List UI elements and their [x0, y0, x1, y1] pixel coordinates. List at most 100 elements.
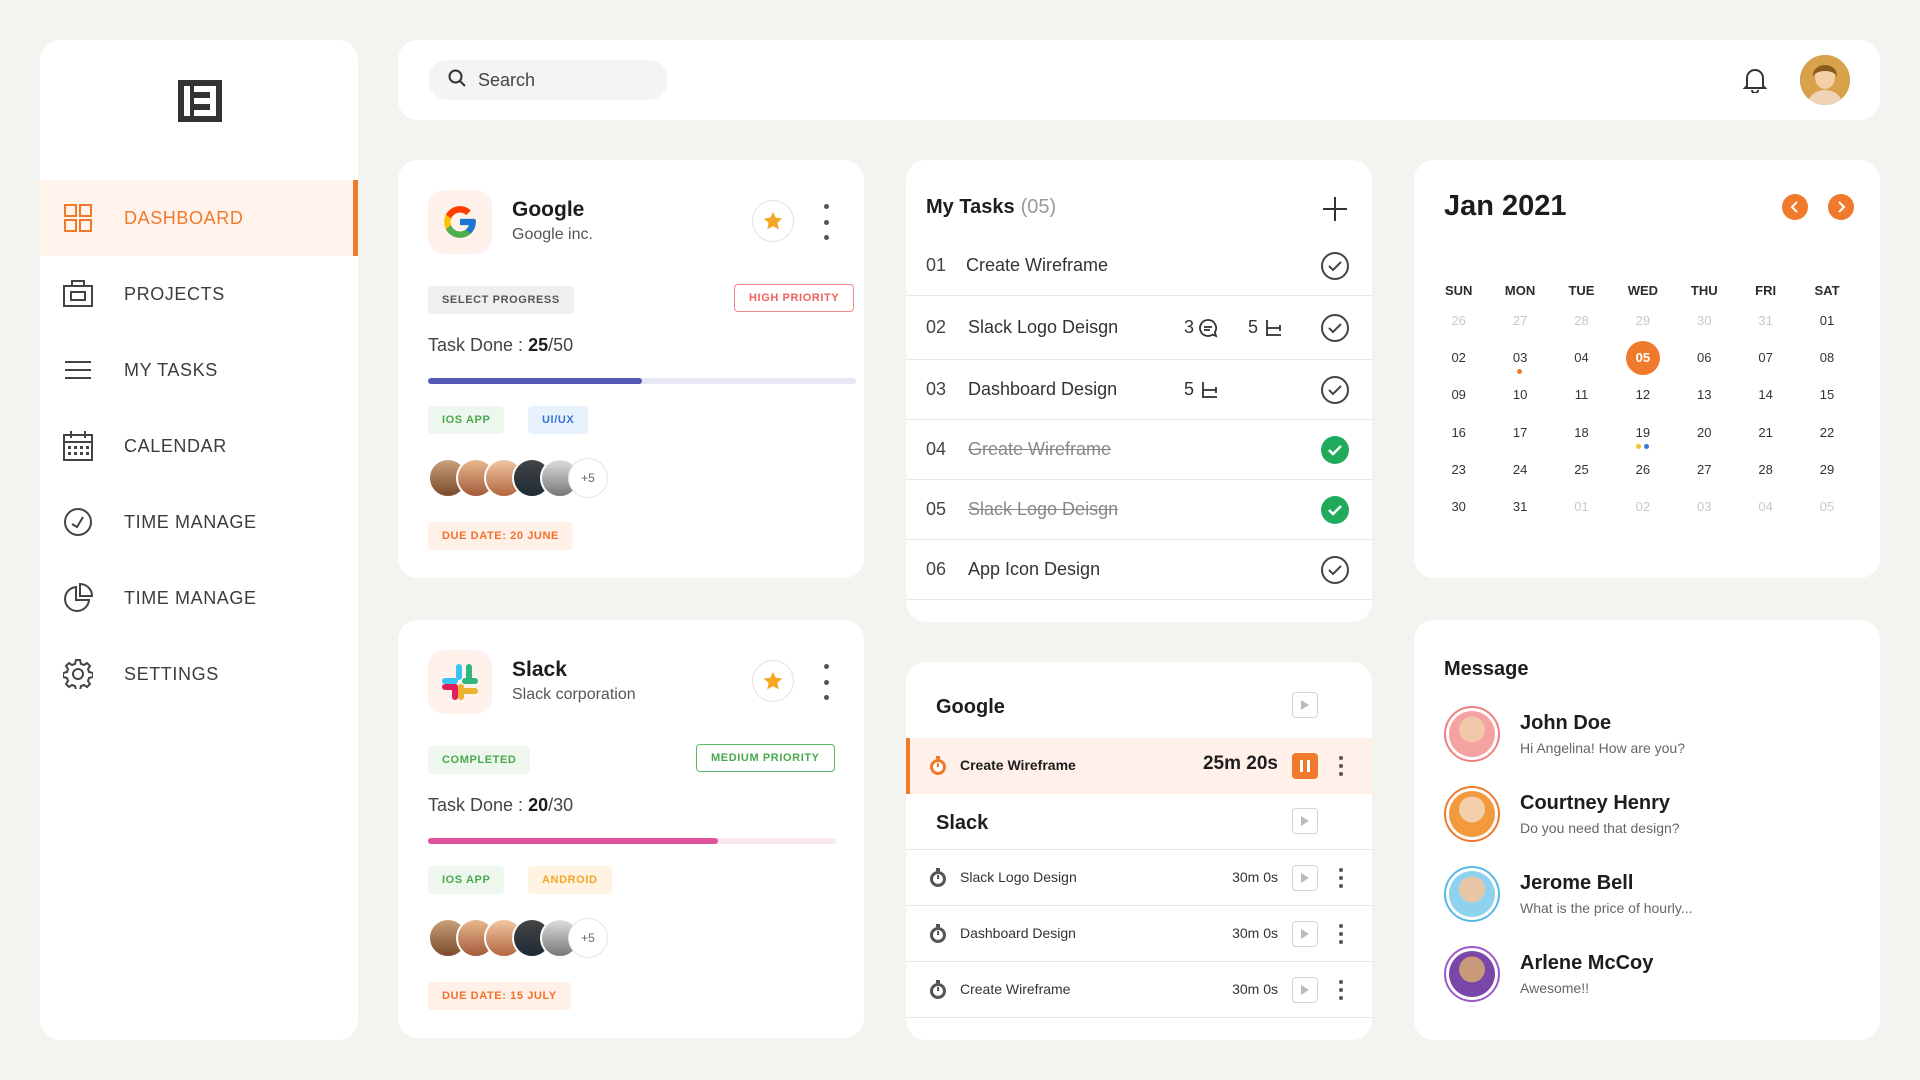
calendar-day[interactable]: 01 [1796, 302, 1857, 339]
calendar-day[interactable]: 19 [1612, 414, 1673, 451]
calendar-day[interactable]: 27 [1674, 451, 1735, 488]
calendar-day[interactable]: 11 [1551, 376, 1612, 413]
play-button[interactable] [1292, 977, 1318, 1003]
calendar-day[interactable]: 02 [1612, 488, 1673, 525]
message-item[interactable]: Courtney Henry Do you need that design? [1444, 786, 1864, 846]
app-logo-icon[interactable] [178, 80, 222, 122]
calendar-prev-button[interactable] [1782, 194, 1808, 220]
calendar-day[interactable]: 24 [1489, 451, 1550, 488]
calendar-day[interactable]: 31 [1735, 302, 1796, 339]
more-options-icon[interactable] [1338, 924, 1344, 944]
favorite-star-button[interactable] [752, 660, 794, 702]
calendar-day[interactable]: 04 [1735, 488, 1796, 525]
timer-row[interactable]: Slack Logo Design 30m 0s [906, 850, 1372, 906]
calendar-day[interactable]: 26 [1428, 302, 1489, 339]
calendar-day[interactable]: 15 [1796, 376, 1857, 413]
check-circle-icon[interactable] [1320, 375, 1350, 405]
project-name: Google [512, 198, 585, 221]
calendar-day[interactable]: 02 [1428, 339, 1489, 376]
task-row[interactable]: 04 Greate Wireframe [906, 420, 1372, 480]
search-input[interactable] [478, 69, 648, 91]
check-circle-done-icon[interactable] [1320, 435, 1350, 465]
calendar-day[interactable]: 27 [1489, 302, 1550, 339]
calendar-day[interactable]: 25 [1551, 451, 1612, 488]
task-row[interactable]: 06 App Icon Design [906, 540, 1372, 600]
task-done-label: Task Done : [428, 335, 524, 355]
check-circle-icon[interactable] [1320, 555, 1350, 585]
calendar-day[interactable]: 23 [1428, 451, 1489, 488]
sidebar-item-calendar[interactable]: CALENDAR [40, 408, 358, 484]
timer-row[interactable]: Create Wireframe 30m 0s [906, 962, 1372, 1018]
calendar-day[interactable]: 09 [1428, 376, 1489, 413]
sidebar-item-projects[interactable]: PROJECTS [40, 256, 358, 332]
timer-row[interactable]: Dashboard Design 30m 0s [906, 906, 1372, 962]
calendar-day[interactable]: 04 [1551, 339, 1612, 376]
team-avatars[interactable]: +5 [428, 458, 608, 500]
check-circle-icon[interactable] [1320, 251, 1350, 281]
project-card-slack[interactable]: Slack Slack corporation COMPLETED MEDIUM… [398, 620, 864, 1038]
add-task-button[interactable] [1320, 194, 1350, 224]
calendar-day[interactable]: 06 [1674, 339, 1735, 376]
calendar-day[interactable]: 03 [1489, 339, 1550, 376]
calendar-day[interactable]: 28 [1551, 302, 1612, 339]
task-done-label: Task Done : [428, 795, 524, 815]
message-item[interactable]: Jerome Bell What is the price of hourly.… [1444, 866, 1864, 926]
calendar-day[interactable]: 14 [1735, 376, 1796, 413]
calendar-day[interactable]: 03 [1674, 488, 1735, 525]
task-row[interactable]: 01 Create Wireframe [906, 236, 1372, 296]
project-card-google[interactable]: Google Google inc. SELECT PROGRESS HIGH … [398, 160, 864, 578]
play-button[interactable] [1292, 692, 1318, 718]
calendar-day[interactable]: 26 [1612, 451, 1673, 488]
task-row[interactable]: 03 Dashboard Design 5 [906, 360, 1372, 420]
play-button[interactable] [1292, 921, 1318, 947]
play-button[interactable] [1292, 865, 1318, 891]
calendar-day[interactable]: 12 [1612, 376, 1673, 413]
calendar-day[interactable]: 30 [1428, 488, 1489, 525]
calendar-day[interactable]: 10 [1489, 376, 1550, 413]
calendar-day[interactable]: 22 [1796, 414, 1857, 451]
task-row[interactable]: 02 Slack Logo Deisgn 3 5 [906, 296, 1372, 360]
more-options-icon[interactable] [822, 204, 830, 240]
play-button[interactable] [1292, 808, 1318, 834]
more-options-icon[interactable] [822, 664, 830, 700]
sidebar-item-dashboard[interactable]: DASHBOARD [40, 180, 358, 256]
team-avatars[interactable]: +5 [428, 918, 608, 960]
calendar-day[interactable]: 16 [1428, 414, 1489, 451]
calendar-day[interactable]: 21 [1735, 414, 1796, 451]
sidebar-item-time-manage[interactable]: TIME MANAGE [40, 484, 358, 560]
calendar-day[interactable]: 13 [1674, 376, 1735, 413]
check-circle-icon[interactable] [1320, 313, 1350, 343]
pause-button[interactable] [1292, 753, 1318, 779]
calendar-day[interactable]: 01 [1551, 488, 1612, 525]
task-row[interactable]: 05 Slack Logo Deisgn [906, 480, 1372, 540]
more-options-icon[interactable] [1338, 980, 1344, 1000]
calendar-day[interactable]: 07 [1735, 339, 1796, 376]
notification-bell-icon[interactable] [1742, 67, 1769, 94]
calendar-day[interactable]: 31 [1489, 488, 1550, 525]
more-options-icon[interactable] [1338, 756, 1344, 776]
calendar-day[interactable]: 17 [1489, 414, 1550, 451]
calendar-day[interactable]: 08 [1796, 339, 1857, 376]
calendar-day[interactable]: 29 [1796, 451, 1857, 488]
calendar-day[interactable]: 28 [1735, 451, 1796, 488]
calendar-day[interactable]: 30 [1674, 302, 1735, 339]
calendar-day[interactable]: 05 [1612, 339, 1673, 376]
timer-row-active[interactable]: Create Wireframe 25m 20s [906, 738, 1372, 794]
user-avatar[interactable] [1800, 55, 1850, 105]
check-circle-done-icon[interactable] [1320, 495, 1350, 525]
more-options-icon[interactable] [1338, 868, 1344, 888]
sidebar-item-label: SETTINGS [124, 663, 219, 684]
calendar-day[interactable]: 05 [1796, 488, 1857, 525]
search-box[interactable] [428, 60, 668, 100]
calendar-day[interactable]: 18 [1551, 414, 1612, 451]
message-item[interactable]: John Doe Hi Angelina! How are you? [1444, 706, 1864, 766]
project-name: Slack [512, 658, 567, 681]
calendar-day[interactable]: 29 [1612, 302, 1673, 339]
sidebar-item-time-manage-2[interactable]: TIME MANAGE [40, 560, 358, 636]
sidebar-item-settings[interactable]: SETTINGS [40, 636, 358, 712]
calendar-next-button[interactable] [1828, 194, 1854, 220]
favorite-star-button[interactable] [752, 200, 794, 242]
sidebar-item-my-tasks[interactable]: MY TASKS [40, 332, 358, 408]
message-item[interactable]: Arlene McCoy Awesome!! [1444, 946, 1864, 1006]
calendar-day[interactable]: 20 [1674, 414, 1735, 451]
